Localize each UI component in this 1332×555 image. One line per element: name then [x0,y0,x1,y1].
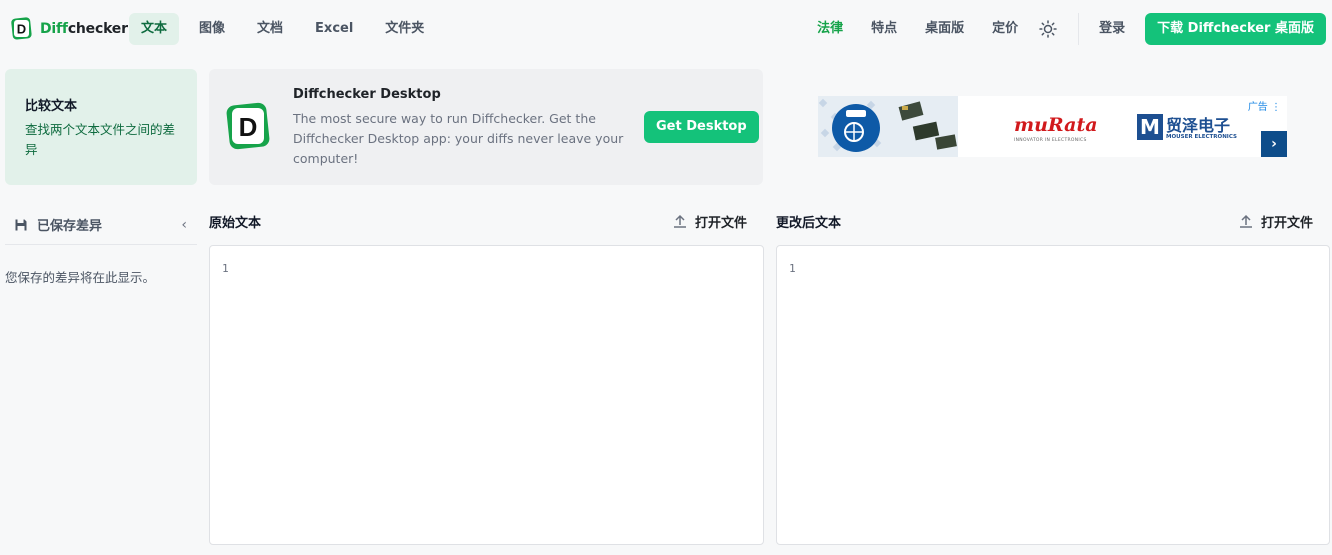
original-text-title: 原始文本 [209,215,262,231]
compare-description: 查找两个文本文件之间的差异 [25,122,176,157]
ad-product-image [818,96,958,157]
saved-diffs-header: 已保存差异 ‹ [5,205,197,245]
tab-image[interactable]: 图像 [187,13,237,45]
features-link[interactable]: 特点 [857,13,911,45]
brand-name: Diffchecker [40,21,128,37]
right-nav: 法律 特点 桌面版 定价 登录 下载 Diffchecker 桌面版 [803,13,1326,45]
line-number: 1 [789,262,796,275]
logo[interactable]: D Diffchecker [10,17,128,41]
changed-text-title: 更改后文本 [776,215,842,231]
ad-label[interactable]: 广告 ⋮ [1248,98,1281,113]
desktop-link[interactable]: 桌面版 [911,13,978,45]
original-text-header: 原始文本 [209,205,261,237]
top-bar: D Diffchecker 文本 图像 文档 Excel 文件夹 法律 特点 桌… [0,0,1332,58]
changed-text-header: 更改后文本 [776,205,841,237]
ad-mouser-name-cn: 贸泽电子 [1166,116,1231,135]
svg-text:D: D [239,112,258,142]
upload-icon [674,214,686,228]
save-icon [15,219,27,230]
theme-toggle-button[interactable] [1032,13,1064,45]
nav-divider [1078,13,1080,45]
download-desktop-button[interactable]: 下载 Diffchecker 桌面版 [1145,13,1326,45]
ad-info-icon: ⋮ [1271,102,1281,113]
collapse-chevron-left-icon[interactable]: ‹ [181,217,187,233]
tab-text[interactable]: 文本 [129,13,180,45]
line-number: 1 [222,262,229,275]
ad-murata-tagline: INNOVATOR IN ELECTRONICS [1014,138,1087,143]
changed-text-editor[interactable]: 1 [776,245,1330,545]
desktop-promo-card: D Diffchecker Desktop The most secure wa… [209,69,763,185]
compare-text-card: 比较文本 查找两个文本文件之间的差异 [5,69,197,185]
desktop-promo-title: Diffchecker Desktop [293,87,441,102]
saved-diffs-title: 已保存差异 [37,219,103,234]
advertisement-banner[interactable]: muRata INNOVATOR IN ELECTRONICS M 贸泽电子 M… [818,96,1287,157]
compare-title: 比较文本 [25,99,78,114]
desktop-promo-description: The most secure way to run Diffchecker. … [293,111,624,166]
saved-diffs-empty-text: 您保存的差异将在此显示。 [5,270,156,285]
tab-document[interactable]: 文档 [245,13,295,45]
ad-mouser-name-en: MOUSER ELECTRONICS [1166,134,1237,140]
upload-icon [1240,214,1252,228]
pricing-link[interactable]: 定价 [978,13,1032,45]
diffchecker-desktop-logo-icon: D [226,102,270,150]
mouser-logo-icon: M [1137,114,1163,140]
original-text-editor[interactable]: 1 [209,245,764,545]
svg-text:D: D [17,22,26,37]
main-nav: 文本 图像 文档 Excel 文件夹 [129,13,444,45]
login-link[interactable]: 登录 [1093,13,1131,45]
tab-folder[interactable]: 文件夹 [373,13,436,45]
sun-icon [1039,20,1057,38]
tab-excel[interactable]: Excel [303,13,365,45]
open-file-left-button[interactable]: 打开文件 [673,205,747,237]
ad-murata-logo: muRata [1014,114,1098,136]
get-desktop-button[interactable]: Get Desktop [644,111,759,143]
ad-pattern-icon [818,98,957,152]
diffchecker-logo-icon: D [11,17,32,40]
ad-next-arrow-icon[interactable]: › [1261,131,1287,157]
legal-link[interactable]: 法律 [803,13,857,45]
open-file-right-button[interactable]: 打开文件 [1239,205,1313,237]
